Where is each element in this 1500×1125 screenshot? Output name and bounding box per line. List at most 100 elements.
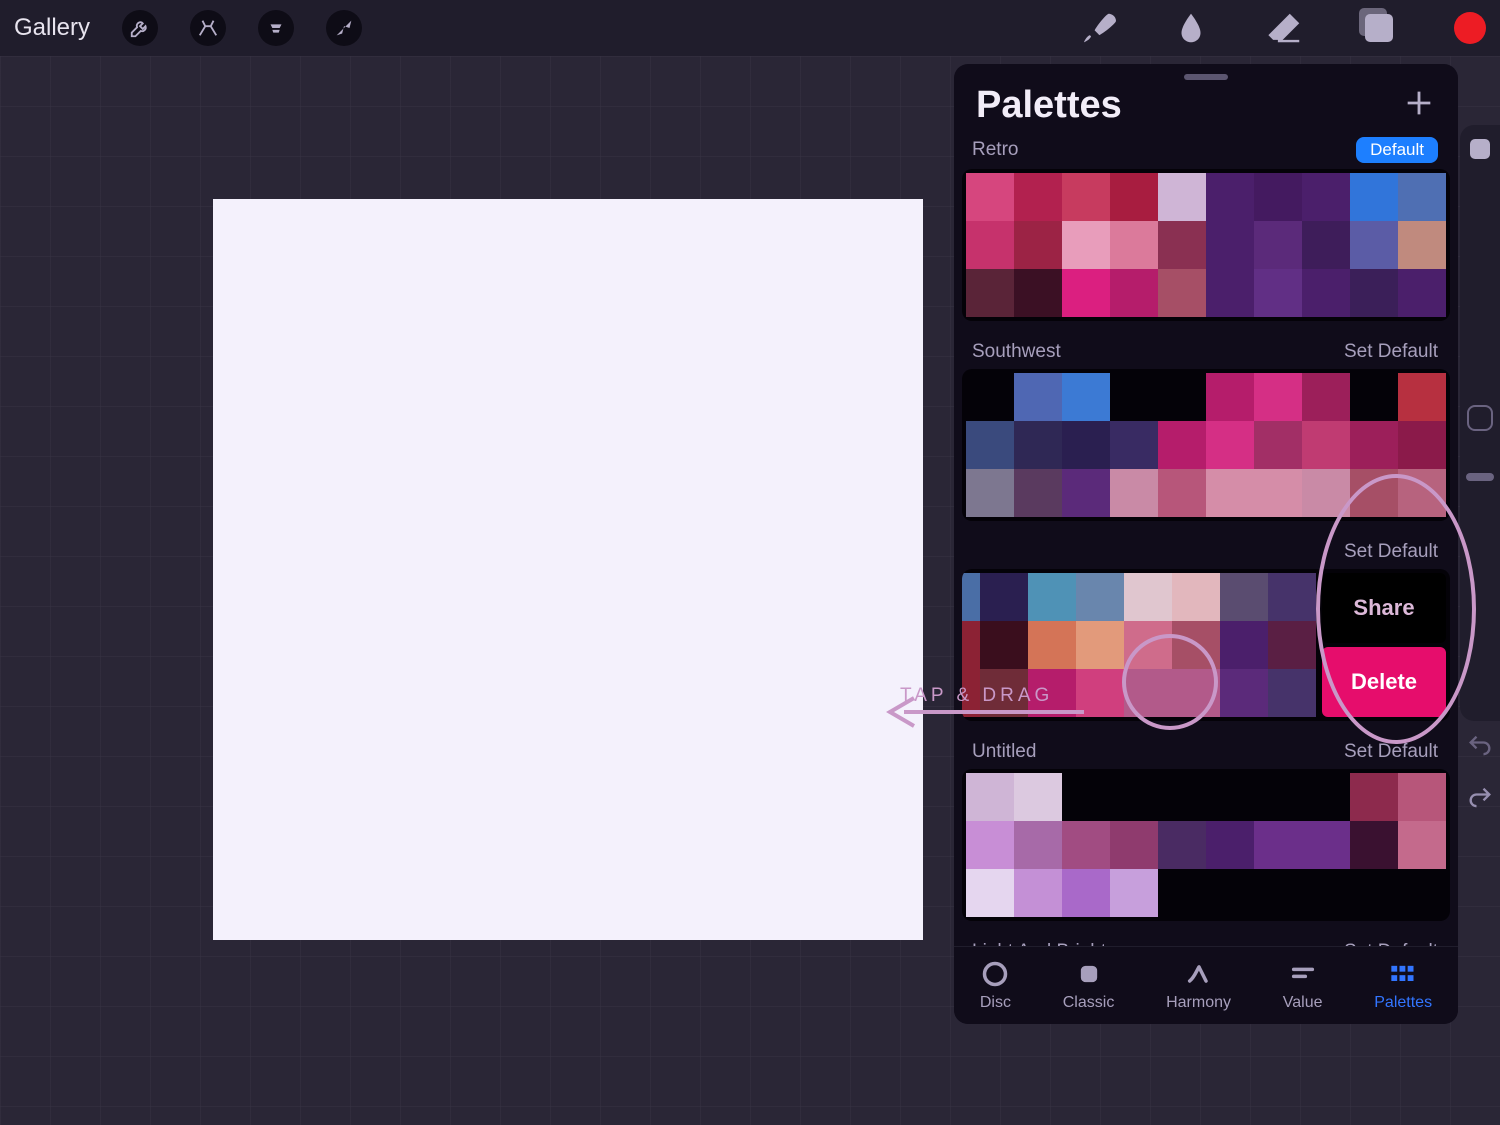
eraser-icon[interactable] — [1266, 9, 1304, 47]
gallery-button[interactable]: Gallery — [14, 14, 90, 42]
color-swatch[interactable] — [1350, 173, 1398, 221]
color-swatch[interactable] — [1302, 221, 1350, 269]
color-swatch[interactable] — [1254, 773, 1302, 821]
layers-icon[interactable] — [1360, 9, 1398, 47]
color-swatch[interactable] — [1350, 869, 1398, 917]
color-swatch[interactable] — [1028, 621, 1076, 669]
color-swatch[interactable] — [1158, 421, 1206, 469]
color-swatch[interactable] — [966, 373, 1014, 421]
color-swatch[interactable] — [1014, 869, 1062, 917]
canvas[interactable] — [213, 199, 923, 940]
color-swatch[interactable] — [1206, 469, 1254, 517]
color-swatch[interactable] — [1062, 221, 1110, 269]
color-swatch[interactable] — [1220, 573, 1268, 621]
adjustments-icon[interactable] — [190, 10, 226, 46]
brush-icon[interactable] — [1078, 9, 1116, 47]
panel-drag-handle[interactable] — [1184, 74, 1228, 80]
color-swatch[interactable] — [1206, 269, 1254, 317]
sidebar-modify-button[interactable] — [1467, 405, 1493, 431]
color-swatch[interactable] — [1254, 221, 1302, 269]
color-swatch[interactable] — [1206, 421, 1254, 469]
color-swatch[interactable] — [1206, 773, 1254, 821]
color-swatch[interactable] — [1254, 421, 1302, 469]
color-swatch[interactable] — [966, 173, 1014, 221]
color-swatch[interactable] — [1302, 869, 1350, 917]
color-swatch[interactable] — [1158, 173, 1206, 221]
color-swatch[interactable] — [1268, 621, 1316, 669]
color-swatch[interactable] — [1110, 869, 1158, 917]
color-swatch[interactable] — [966, 421, 1014, 469]
color-swatch[interactable] — [1206, 821, 1254, 869]
swatch-container[interactable] — [962, 369, 1450, 521]
color-swatch[interactable] — [1014, 469, 1062, 517]
color-swatch[interactable] — [966, 469, 1014, 517]
color-swatch[interactable] — [1110, 269, 1158, 317]
color-swatch[interactable] — [1014, 821, 1062, 869]
color-swatch[interactable] — [966, 221, 1014, 269]
color-swatch[interactable] — [1062, 869, 1110, 917]
color-swatch[interactable] — [1206, 373, 1254, 421]
color-swatch[interactable] — [1014, 221, 1062, 269]
color-swatch[interactable] — [1398, 469, 1446, 517]
color-swatch[interactable] — [1124, 573, 1172, 621]
color-swatch[interactable] — [980, 573, 1028, 621]
color-swatch[interactable] — [1062, 469, 1110, 517]
color-swatch[interactable] — [1254, 173, 1302, 221]
tab-disc[interactable]: Disc — [980, 960, 1011, 1012]
tab-classic[interactable]: Classic — [1063, 960, 1115, 1012]
color-swatch[interactable] — [1302, 821, 1350, 869]
share-button[interactable]: Share — [1322, 573, 1446, 643]
color-swatch[interactable] — [1110, 469, 1158, 517]
color-swatch[interactable] — [1398, 221, 1446, 269]
redo-icon[interactable] — [1466, 784, 1494, 812]
color-swatch[interactable] — [1302, 269, 1350, 317]
color-swatch[interactable] — [966, 773, 1014, 821]
color-swatch[interactable] — [1172, 669, 1220, 717]
color-swatch[interactable] — [1014, 773, 1062, 821]
color-swatch[interactable] — [1220, 621, 1268, 669]
color-swatch[interactable] — [1172, 573, 1220, 621]
color-swatch[interactable] — [1398, 269, 1446, 317]
color-swatch[interactable] — [1302, 421, 1350, 469]
tab-value[interactable]: Value — [1283, 960, 1323, 1012]
color-swatch[interactable] — [962, 573, 980, 621]
arrow-icon[interactable] — [326, 10, 362, 46]
color-swatch[interactable] — [1398, 773, 1446, 821]
color-swatch[interactable] — [1110, 821, 1158, 869]
color-swatch[interactable] — [966, 869, 1014, 917]
color-swatch[interactable] — [1350, 373, 1398, 421]
color-swatch[interactable] — [1062, 421, 1110, 469]
color-swatch[interactable] — [1014, 269, 1062, 317]
color-swatch[interactable] — [1062, 173, 1110, 221]
color-swatch[interactable] — [1254, 821, 1302, 869]
swatch-container[interactable] — [962, 169, 1450, 321]
selection-icon[interactable] — [258, 10, 294, 46]
tab-harmony[interactable]: Harmony — [1166, 960, 1231, 1012]
color-swatch[interactable] — [980, 621, 1028, 669]
color-swatch[interactable] — [1398, 373, 1446, 421]
color-swatch[interactable] — [1124, 621, 1172, 669]
color-swatch[interactable] — [1110, 773, 1158, 821]
color-swatch[interactable] — [1398, 421, 1446, 469]
color-swatch[interactable] — [1302, 773, 1350, 821]
color-swatch[interactable] — [1110, 421, 1158, 469]
color-swatch[interactable] — [1350, 269, 1398, 317]
color-swatch[interactable] — [1014, 173, 1062, 221]
palette-name[interactable]: Southwest — [972, 341, 1061, 363]
color-swatch[interactable] — [1076, 621, 1124, 669]
tab-palettes[interactable]: Palettes — [1374, 960, 1432, 1012]
color-swatch[interactable] — [1350, 469, 1398, 517]
color-swatch[interactable] — [1014, 421, 1062, 469]
color-swatch[interactable] — [966, 821, 1014, 869]
smudge-icon[interactable] — [1172, 9, 1210, 47]
set-default-button[interactable]: Set Default — [1344, 541, 1438, 563]
color-swatch[interactable] — [1350, 821, 1398, 869]
add-palette-button[interactable] — [1402, 86, 1436, 125]
color-swatch[interactable] — [1268, 573, 1316, 621]
color-swatch[interactable] — [1158, 373, 1206, 421]
color-swatch[interactable] — [1172, 621, 1220, 669]
color-swatch[interactable] — [1014, 373, 1062, 421]
color-swatch[interactable] — [962, 621, 980, 669]
color-swatch[interactable] — [1302, 173, 1350, 221]
color-swatch[interactable] — [1398, 173, 1446, 221]
